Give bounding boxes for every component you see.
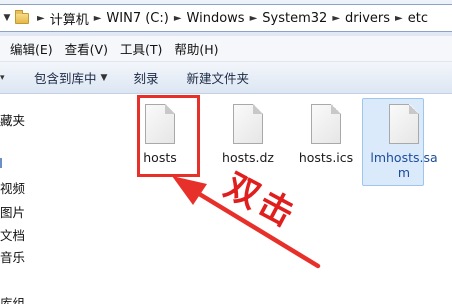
annotation-arrow-icon [172, 176, 321, 269]
